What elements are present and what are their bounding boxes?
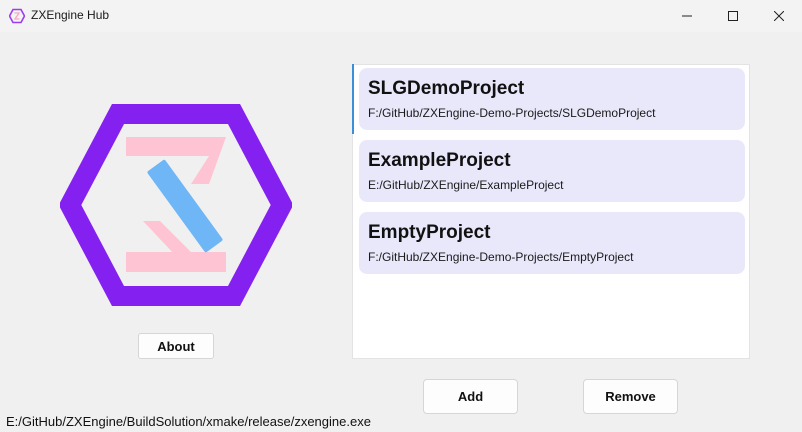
add-project-button[interactable]: Add xyxy=(423,379,518,414)
zxengine-logo xyxy=(60,104,292,306)
minimize-icon xyxy=(682,15,692,17)
maximize-icon xyxy=(728,11,738,21)
project-name: ExampleProject xyxy=(368,150,511,171)
project-list[interactable]: SLGDemoProject F:/GitHub/ZXEngine-Demo-P… xyxy=(352,64,750,359)
project-item-exampleproject[interactable]: ExampleProject E:/GitHub/ZXEngine/Exampl… xyxy=(359,140,745,202)
title-bar[interactable]: ZXEngine Hub xyxy=(0,0,802,32)
minimize-button[interactable] xyxy=(664,0,710,32)
engine-path-status: E:/GitHub/ZXEngine/BuildSolution/xmake/r… xyxy=(6,414,371,429)
maximize-button[interactable] xyxy=(710,0,756,32)
project-path: E:/GitHub/ZXEngine/ExampleProject xyxy=(368,178,564,192)
remove-project-button[interactable]: Remove xyxy=(583,379,678,414)
project-name: EmptyProject xyxy=(368,222,491,243)
close-button[interactable] xyxy=(756,0,802,32)
close-icon xyxy=(774,11,784,21)
project-name: SLGDemoProject xyxy=(368,78,525,99)
selection-indicator xyxy=(352,64,354,134)
project-path: F:/GitHub/ZXEngine-Demo-Projects/SLGDemo… xyxy=(368,106,656,120)
project-item-slgdemoproject[interactable]: SLGDemoProject F:/GitHub/ZXEngine-Demo-P… xyxy=(359,68,745,130)
window-title: ZXEngine Hub xyxy=(31,8,110,22)
about-button[interactable]: About xyxy=(138,333,214,359)
zxengine-logo-icon xyxy=(9,8,25,24)
project-item-emptyproject[interactable]: EmptyProject F:/GitHub/ZXEngine-Demo-Pro… xyxy=(359,212,745,274)
project-path: F:/GitHub/ZXEngine-Demo-Projects/EmptyPr… xyxy=(368,250,634,264)
